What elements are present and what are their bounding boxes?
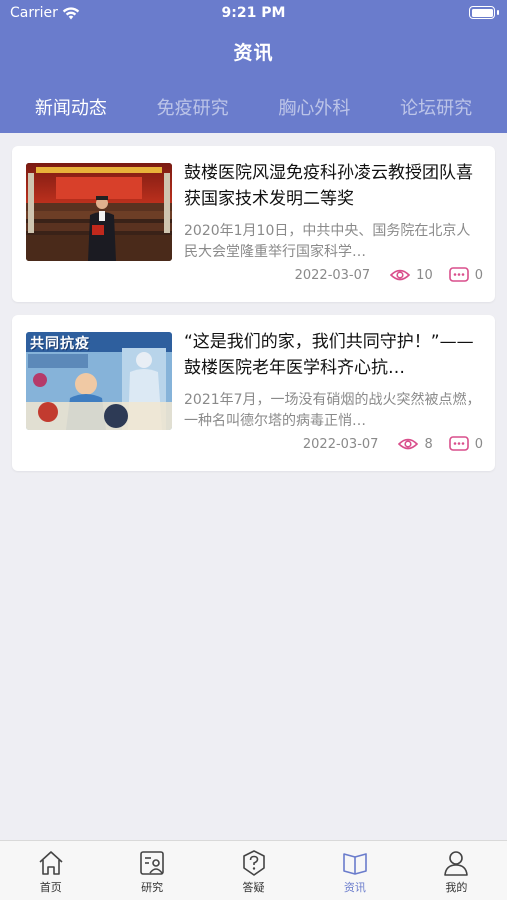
book-icon bbox=[343, 853, 367, 875]
article-card[interactable]: 鼓楼医院风湿免疫科孙凌云教授团队喜获国家技术发明二等奖 2020年1月10日，中… bbox=[12, 146, 495, 302]
comment-icon bbox=[448, 267, 469, 283]
tab-immunology[interactable]: 免疫研究 bbox=[151, 92, 235, 122]
article-date: 2022-03-07 bbox=[302, 436, 379, 452]
eye-icon bbox=[398, 437, 419, 451]
tabbar-label: 资讯 bbox=[343, 881, 366, 894]
question-icon bbox=[242, 850, 265, 876]
comment-icon bbox=[448, 436, 469, 452]
view-count: 10 bbox=[416, 267, 433, 283]
tabbar-item-research[interactable]: 研究 bbox=[101, 841, 202, 900]
tab-forum[interactable]: 论坛研究 bbox=[394, 92, 478, 122]
bottom-tab-bar: 首页 研究 答疑 资讯 我的 bbox=[0, 840, 507, 900]
award-ceremony-image bbox=[26, 163, 172, 261]
category-tabs: 新闻动态 免疫研究 胸心外科 论坛研究 bbox=[0, 90, 507, 124]
tabbar-item-qa[interactable]: 答疑 bbox=[203, 841, 304, 900]
tabbar-item-home[interactable]: 首页 bbox=[0, 841, 101, 900]
status-time: 9:21 PM bbox=[221, 5, 286, 21]
tabbar-item-news[interactable]: 资讯 bbox=[304, 841, 405, 900]
article-title[interactable]: “这是我们的家，我们共同守护！”——鼓楼医院老年医学科齐心抗… bbox=[184, 329, 484, 381]
thumbnail-caption: 共同抗疫 bbox=[30, 336, 90, 352]
tabbar-label: 研究 bbox=[141, 881, 164, 894]
article-meta: 2022-03-07 8 0 bbox=[303, 434, 483, 454]
battery-icon bbox=[469, 6, 495, 19]
article-card[interactable]: 共同抗疫 “这是我们的家，我们共同守护！”——鼓楼医院老年医学科齐心抗… 202… bbox=[12, 315, 495, 471]
tab-cardiothoracic[interactable]: 胸心外科 bbox=[272, 92, 356, 122]
comment-count: 0 bbox=[474, 436, 483, 452]
page-title: 资讯 bbox=[233, 42, 274, 64]
article-summary: 2020年1月10日，中共中央、国务院在北京人民大会堂隆重举行国家科学… bbox=[184, 223, 471, 260]
comment-count: 0 bbox=[474, 267, 483, 283]
view-count: 8 bbox=[424, 436, 433, 452]
home-icon bbox=[39, 851, 63, 875]
article-thumbnail: 共同抗疫 bbox=[26, 332, 172, 430]
research-icon bbox=[140, 851, 164, 875]
eye-icon bbox=[390, 268, 411, 282]
article-meta: 2022-03-07 10 0 bbox=[295, 265, 483, 285]
header: Carrier 9:21 PM 资讯 新闻动态 免疫研究 胸心外科 论坛研究 bbox=[0, 0, 507, 133]
tab-news[interactable]: 新闻动态 bbox=[29, 92, 113, 122]
article-thumbnail bbox=[26, 163, 172, 261]
battery-tip bbox=[497, 10, 499, 15]
article-summary: 2021年7月，一场没有硝烟的战火突然被点燃，一种名叫德尔塔的病毒正悄… bbox=[184, 392, 481, 429]
tabbar-item-mine[interactable]: 我的 bbox=[406, 841, 507, 900]
article-title[interactable]: 鼓楼医院风湿免疫科孙凌云教授团队喜获国家技术发明二等奖 bbox=[184, 160, 484, 212]
tabbar-label: 答疑 bbox=[242, 881, 265, 894]
user-icon bbox=[444, 851, 469, 876]
article-date: 2022-03-07 bbox=[294, 267, 371, 283]
status-bar: Carrier 9:21 PM bbox=[0, 0, 507, 30]
tabbar-label: 我的 bbox=[445, 881, 468, 894]
tabbar-label: 首页 bbox=[39, 881, 62, 894]
